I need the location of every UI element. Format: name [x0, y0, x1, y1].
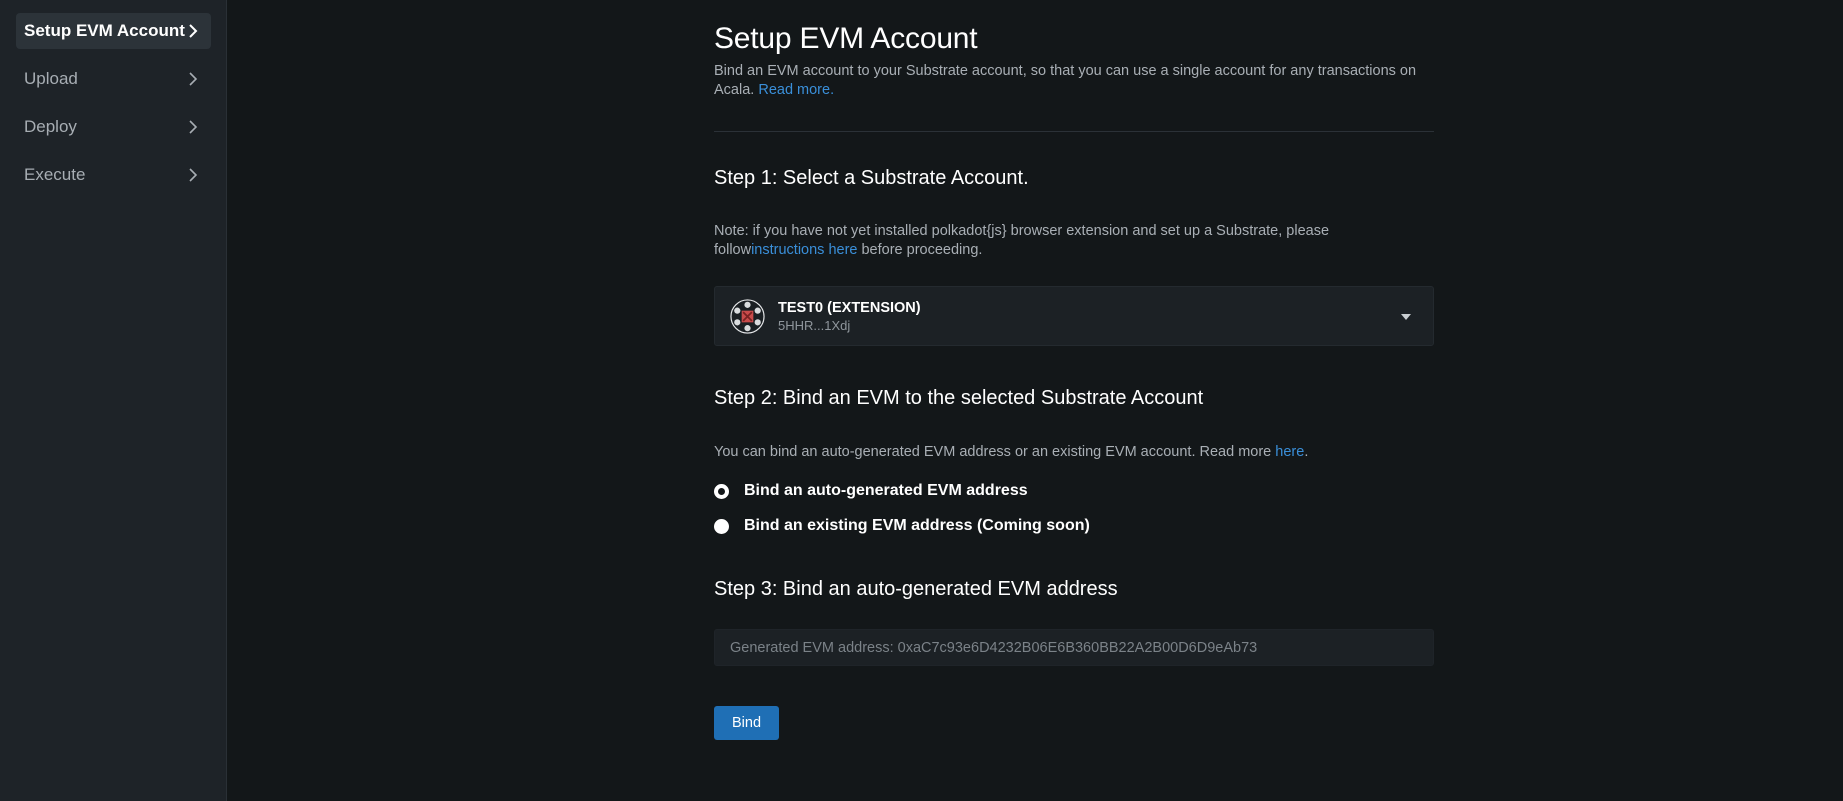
sidebar-item-label: Execute: [24, 165, 86, 184]
sidebar-item-label: Setup EVM Account: [24, 21, 185, 40]
chevron-right-icon: [189, 24, 198, 38]
page-title: Setup EVM Account: [714, 22, 978, 55]
chevron-right-icon: [189, 72, 198, 86]
bind-button[interactable]: Bind: [714, 706, 779, 740]
chevron-right-icon: [189, 168, 198, 182]
radio-label: Bind an auto-generated EVM address: [744, 482, 1028, 499]
sidebar-item-execute[interactable]: Execute: [16, 157, 211, 193]
instructions-link[interactable]: instructions here: [751, 242, 857, 258]
sidebar-item-deploy[interactable]: Deploy: [16, 109, 211, 145]
caret-down-icon: [1401, 314, 1411, 320]
sidebar-item-setup-evm-account[interactable]: Setup EVM Account: [16, 13, 211, 49]
radio-button[interactable]: [714, 483, 729, 499]
intro-text: Bind an EVM account to your Substrate ac…: [714, 62, 1434, 100]
sidebar: Setup EVM Account Upload Deploy Execute: [0, 0, 227, 801]
polkadot-identicon-icon: [730, 299, 765, 334]
read-more-here-link[interactable]: here: [1275, 444, 1304, 460]
radio-button[interactable]: [714, 518, 729, 534]
step2-desc-end: .: [1304, 444, 1309, 460]
radio-label: Bind an existing EVM address (Coming soo…: [744, 517, 1090, 534]
step1-title: Step 1: Select a Substrate Account.: [714, 167, 1029, 189]
step2-desc-text: You can bind an auto-generated EVM addre…: [714, 444, 1276, 460]
divider: [714, 131, 1434, 132]
step1-note: Note: if you have not yet installed polk…: [714, 222, 1434, 260]
sidebar-item-upload[interactable]: Upload: [16, 61, 211, 97]
step2-desc: You can bind an auto-generated EVM addre…: [714, 443, 1434, 462]
step3-title: Step 3: Bind an auto-generated EVM addre…: [714, 578, 1118, 600]
note-suffix: before proceeding.: [857, 242, 983, 258]
radio-existing-address[interactable]: Bind an existing EVM address (Coming soo…: [714, 517, 1090, 535]
radio-auto-generated[interactable]: Bind an auto-generated EVM address: [714, 482, 1028, 500]
account-name: TEST0 (EXTENSION): [778, 300, 921, 316]
sidebar-item-label: Upload: [24, 69, 78, 88]
account-select[interactable]: TEST0 (EXTENSION) 5HHR...1Xdj: [714, 286, 1434, 346]
sidebar-item-label: Deploy: [24, 117, 77, 136]
read-more-link[interactable]: Read more.: [758, 82, 834, 98]
step2-title: Step 2: Bind an EVM to the selected Subs…: [714, 387, 1204, 409]
account-address: 5HHR...1Xdj: [778, 318, 851, 333]
chevron-right-icon: [189, 120, 198, 134]
generated-evm-address: Generated EVM address: 0xaC7c93e6D4232B0…: [730, 639, 1258, 656]
generated-evm-address-field: Generated EVM address: 0xaC7c93e6D4232B0…: [714, 629, 1434, 666]
